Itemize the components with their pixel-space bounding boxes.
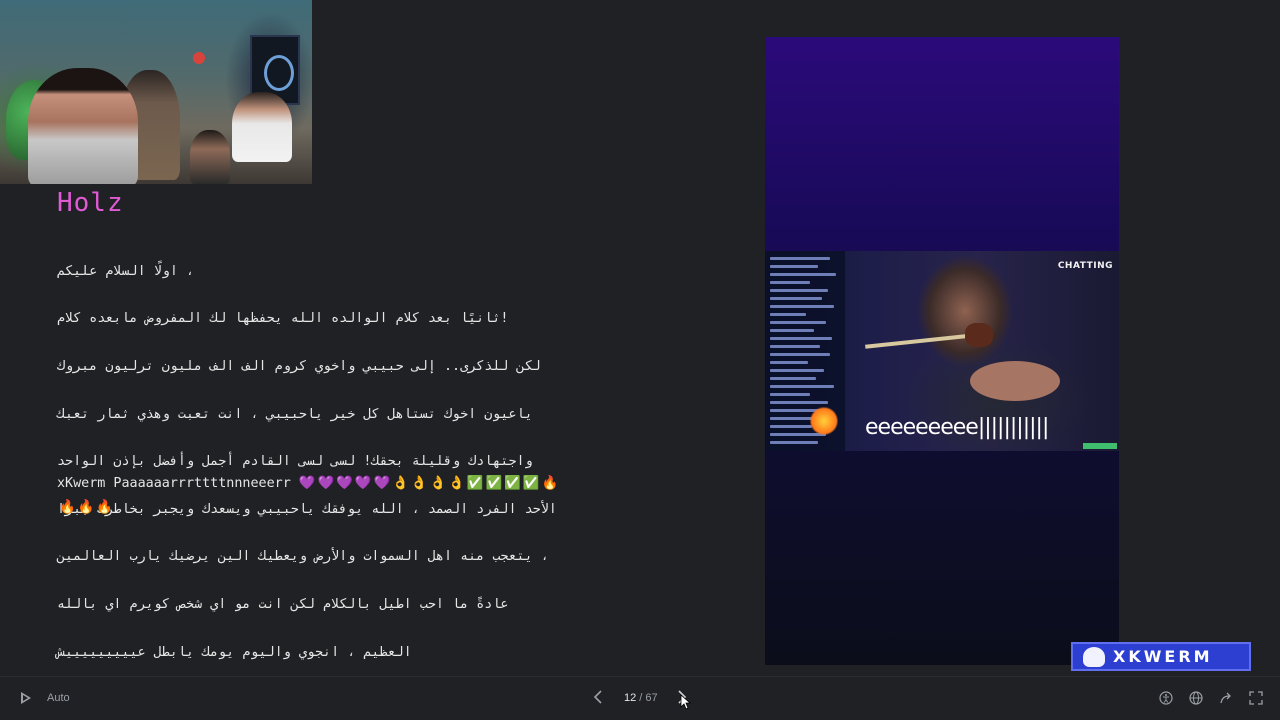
share-icon: [1220, 692, 1231, 704]
previous-slide-button[interactable]: [592, 688, 604, 711]
chevron-left-icon: [593, 690, 602, 704]
channel-name: XKWERM: [1113, 647, 1213, 666]
video-player[interactable]: CHATTING eeeeeeeee|||||||||||: [765, 37, 1119, 665]
webcam-overlay: [0, 0, 312, 184]
fullscreen-button[interactable]: [1248, 690, 1264, 706]
message-line: لكن للذكرى.. إلى حبيبي واخوي كروم الف ال…: [57, 358, 541, 374]
accessibility-icon: [1159, 691, 1173, 705]
language-button[interactable]: [1188, 690, 1204, 706]
stream-category-label: CHATTING: [1057, 261, 1113, 271]
playback-controls: Auto 12 / 67: [0, 680, 1280, 720]
controls-divider: [0, 676, 1280, 677]
message-line: ، اولًا السلام عليكم: [57, 263, 195, 279]
share-button[interactable]: [1218, 690, 1234, 706]
video-clip: CHATTING eeeeeeeee|||||||||||: [765, 251, 1119, 451]
message-line: واجتهادك وقليلة بحقك! لسى لسى القادم أجم…: [57, 454, 533, 470]
webcam-streamer: [28, 68, 138, 184]
snapchat-ghost-icon: [1083, 646, 1105, 667]
message-line: ، يتعجب منه اهل السموات والأرض ويعطيك ال…: [57, 549, 549, 565]
mouse-cursor-icon: [680, 694, 692, 710]
play-icon[interactable]: [18, 691, 32, 705]
video-caption: eeeeeeeee|||||||||||: [865, 415, 1049, 440]
webcam-person: [190, 130, 230, 184]
food-piece: [965, 323, 993, 347]
channel-brand-badge: XKWERM: [1071, 642, 1251, 671]
globe-icon: [1189, 691, 1203, 705]
shout-message: xKwerm Paaaaaarrrttttnnneeerr 💜💜💜💜💜👌👌👌👌✅…: [57, 472, 627, 520]
message-line: !ثانيًا بعد كلام الوالده الله يحفظها لك …: [57, 311, 509, 327]
total-pages: 67: [645, 692, 658, 704]
chopsticks: [865, 333, 975, 349]
webcam-person: [232, 92, 292, 162]
message-author: Holz: [57, 188, 124, 218]
message-line: ياعيون اخوك تستاهل كل خير ياحبيبي ، انت …: [57, 406, 533, 422]
webcam-ornament: [193, 52, 205, 64]
current-page: 12: [624, 692, 637, 704]
message-line: العظيم ، انجوي واليوم يومك يابطل عيييييي…: [57, 644, 412, 660]
page-indicator: 12 / 67: [624, 692, 658, 704]
emoji-row: 💜💜💜💜💜👌👌👌👌✅✅✅✅🔥: [298, 476, 561, 491]
fullscreen-icon: [1249, 691, 1263, 705]
hand: [970, 361, 1060, 401]
fire-icon: [810, 406, 838, 436]
status-badge: [1083, 443, 1117, 449]
auto-toggle[interactable]: Auto: [47, 692, 70, 704]
emoji-row: 🔥🔥🔥: [59, 500, 116, 515]
message-body: ، اولًا السلام عليكم !ثانيًا بعد كلام ال…: [57, 236, 627, 688]
accessibility-button[interactable]: [1158, 690, 1174, 706]
message-line: عادةً ما احب اطيل بالكلام لكن انت مو اي …: [57, 596, 509, 612]
shout-text: xKwerm Paaaaaarrrttttnnneeerr: [57, 476, 291, 491]
